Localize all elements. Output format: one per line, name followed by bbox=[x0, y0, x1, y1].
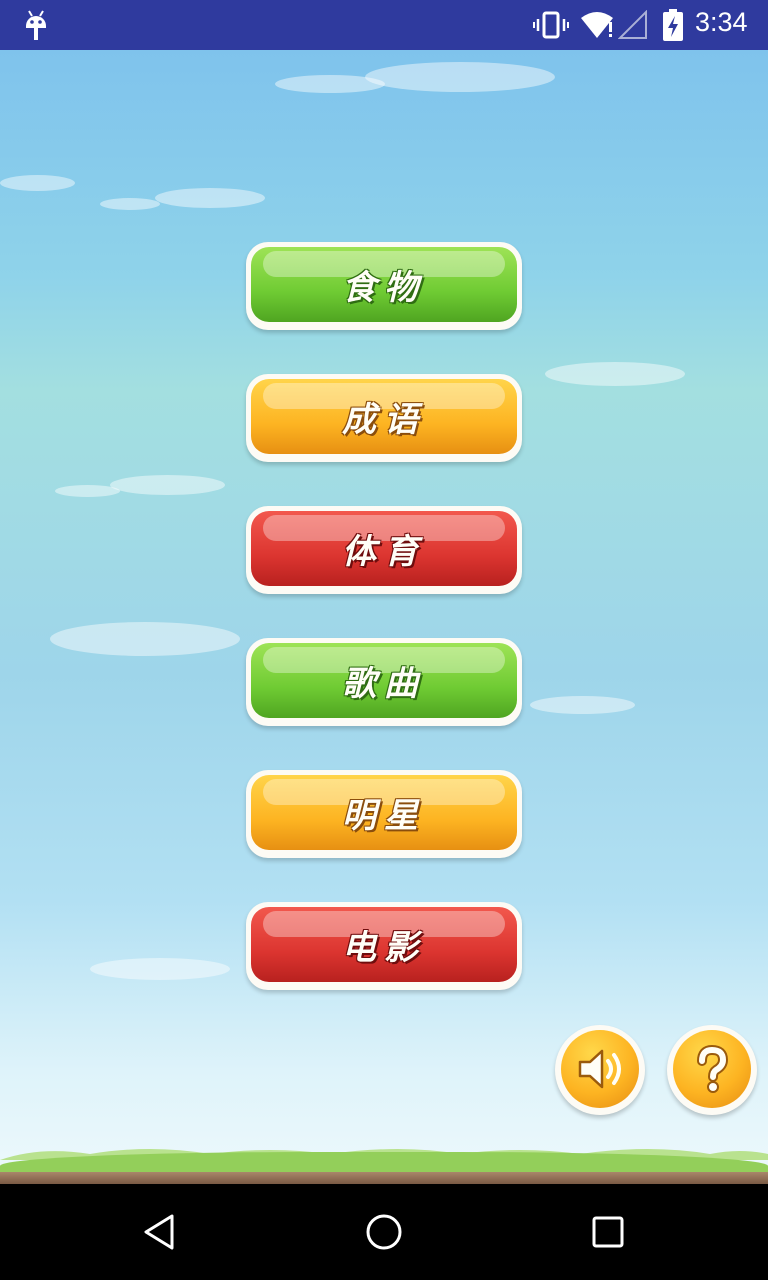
category-label: 明星 bbox=[342, 796, 426, 836]
status-bar: 3:34 bbox=[0, 0, 768, 50]
cloud bbox=[530, 696, 635, 714]
category-button-movies[interactable]: 电影 bbox=[246, 902, 522, 990]
help-button[interactable] bbox=[667, 1025, 757, 1115]
ground-dirt bbox=[0, 1172, 768, 1184]
ground-grass bbox=[0, 1152, 768, 1174]
category-label: 歌曲 bbox=[342, 664, 426, 704]
cloud bbox=[545, 362, 685, 386]
wifi-icon bbox=[581, 12, 613, 38]
category-button-songs[interactable]: 歌曲 bbox=[246, 638, 522, 726]
vibrate-icon bbox=[533, 11, 569, 39]
cloud bbox=[110, 475, 225, 495]
category-label: 电影 bbox=[342, 928, 426, 968]
category-button-idioms[interactable]: 成语 bbox=[246, 374, 522, 462]
cloud bbox=[365, 62, 555, 92]
game-screen: 食物 成语 体育 歌曲 明星 电影 bbox=[0, 50, 768, 1184]
category-label: 体育 bbox=[342, 532, 426, 572]
category-label: 食物 bbox=[342, 268, 426, 308]
clock: 3:34 bbox=[695, 7, 748, 37]
battery-charging-icon bbox=[663, 9, 683, 41]
back-icon[interactable] bbox=[140, 1212, 180, 1252]
cloud bbox=[155, 188, 265, 208]
home-icon[interactable] bbox=[364, 1212, 404, 1252]
category-button-celebrities[interactable]: 明星 bbox=[246, 770, 522, 858]
sound-button[interactable] bbox=[555, 1025, 645, 1115]
cloud bbox=[100, 198, 160, 210]
cloud bbox=[275, 75, 385, 93]
cloud bbox=[50, 622, 240, 656]
signal-icon bbox=[618, 10, 647, 39]
category-button-sports[interactable]: 体育 bbox=[246, 506, 522, 594]
cloud bbox=[90, 958, 230, 980]
navigation-bar bbox=[0, 1184, 768, 1280]
cloud bbox=[55, 485, 120, 497]
recents-icon[interactable] bbox=[588, 1212, 628, 1252]
question-mark-icon bbox=[697, 1044, 729, 1093]
category-label: 成语 bbox=[342, 400, 426, 440]
cloud bbox=[0, 175, 75, 191]
speaker-icon bbox=[578, 1049, 621, 1089]
android-debug-icon bbox=[26, 10, 46, 40]
category-button-food[interactable]: 食物 bbox=[246, 242, 522, 330]
